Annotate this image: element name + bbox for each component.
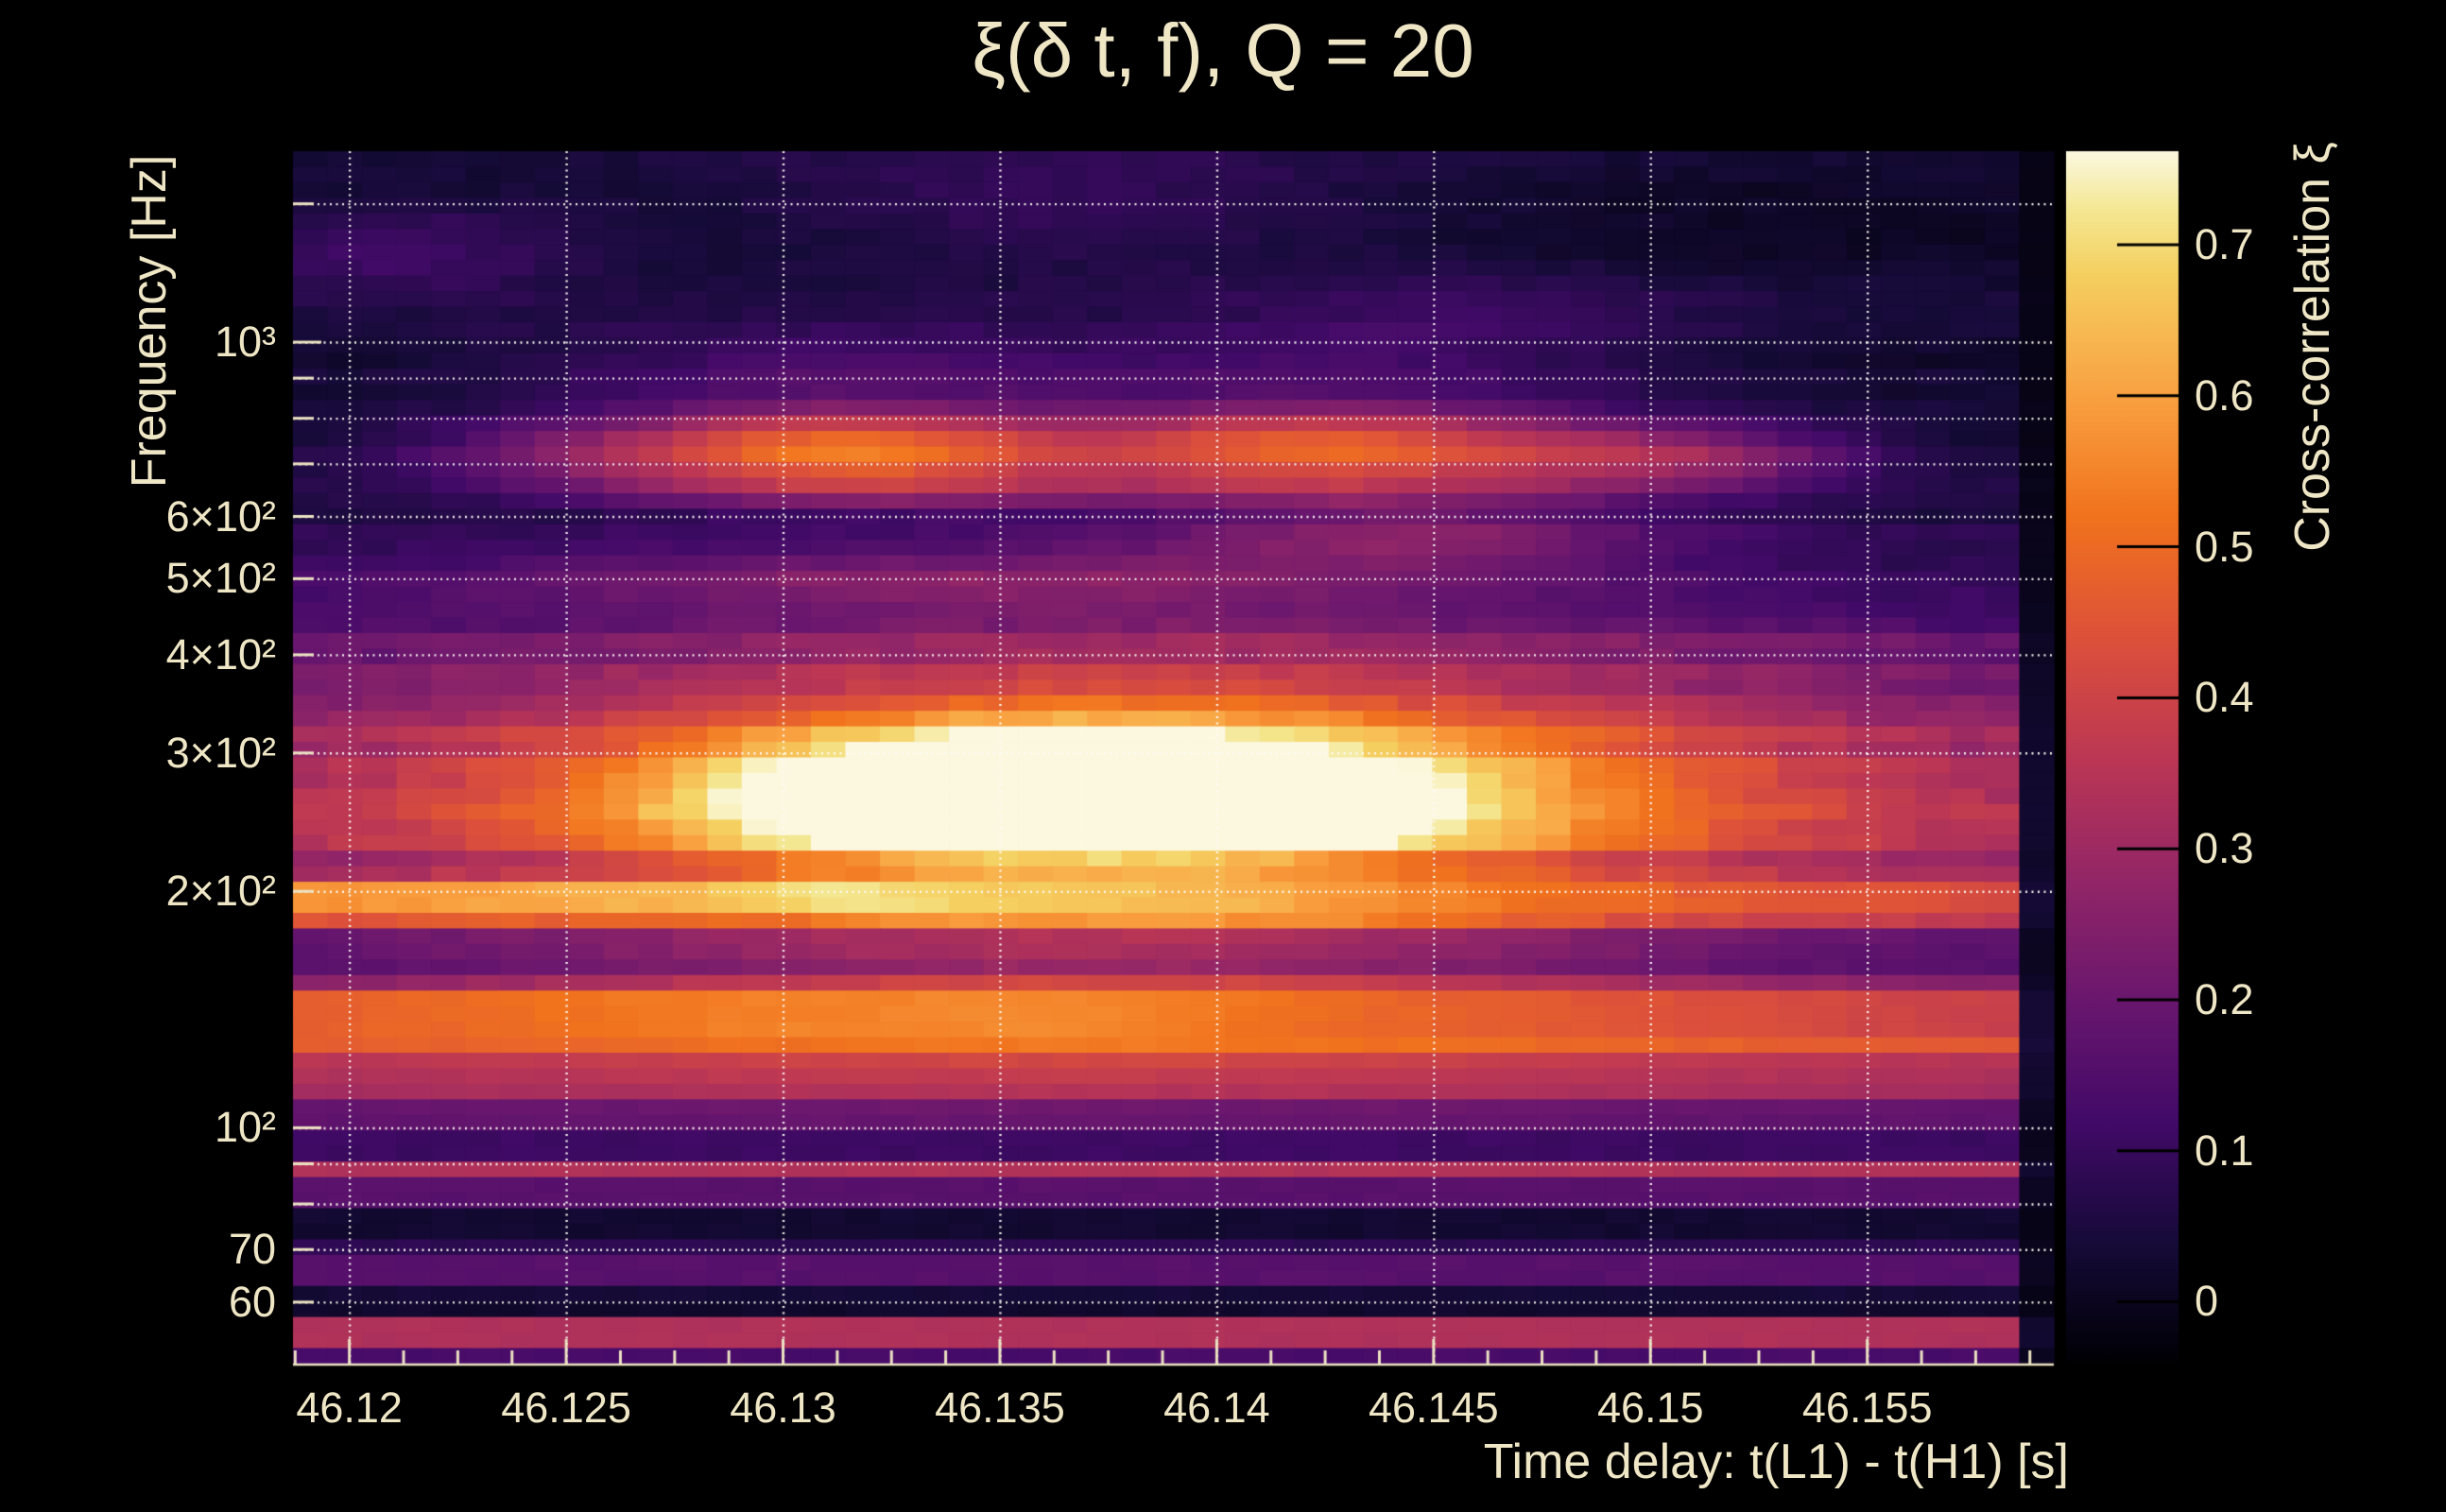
colorbar-tick-label: 0.4 [2195,671,2355,724]
y-tick-label: 2×10² [28,865,276,918]
x-tick-label: 46.13 [680,1382,887,1435]
colorbar-tick-label: 0.6 [2195,369,2355,422]
x-tick-label: 46.14 [1112,1382,1320,1435]
figure: ξ(δ t, f), Q = 20 Frequency [Hz] Time de… [0,0,2446,1512]
x-tick-label: 46.145 [1330,1382,1538,1435]
y-tick-label: 60 [28,1276,276,1329]
x-tick-label: 46.155 [1764,1382,1972,1435]
x-axis-title: Time delay: t(L1) - t(H1) [s] [1218,1435,2069,1488]
y-tick-label: 3×10² [28,727,276,780]
x-tick-label: 46.12 [246,1382,454,1435]
colorbar-tick-label: 0.3 [2195,822,2355,875]
y-tick-label: 5×10² [28,552,276,605]
x-tick-label: 46.15 [1546,1382,1754,1435]
colorbar-tick-label: 0.1 [2195,1125,2355,1177]
y-tick-label: 10³ [28,316,276,369]
y-tick-label: 4×10² [28,628,276,681]
plot-title: ξ(δ t, f), Q = 20 [0,8,2446,94]
colorbar-tick-label: 0 [2195,1275,2355,1328]
colorbar-tick-label: 0.2 [2195,973,2355,1026]
y-tick-label: 10² [28,1101,276,1154]
y-tick-label: 6×10² [28,490,276,543]
colorbar-tick-label: 0.7 [2195,218,2355,271]
y-tick-label: 70 [28,1223,276,1276]
heatmap-canvas [0,0,2446,1512]
x-tick-label: 46.125 [462,1382,670,1435]
colorbar-tick-label: 0.5 [2195,521,2355,574]
x-tick-label: 46.135 [896,1382,1104,1435]
